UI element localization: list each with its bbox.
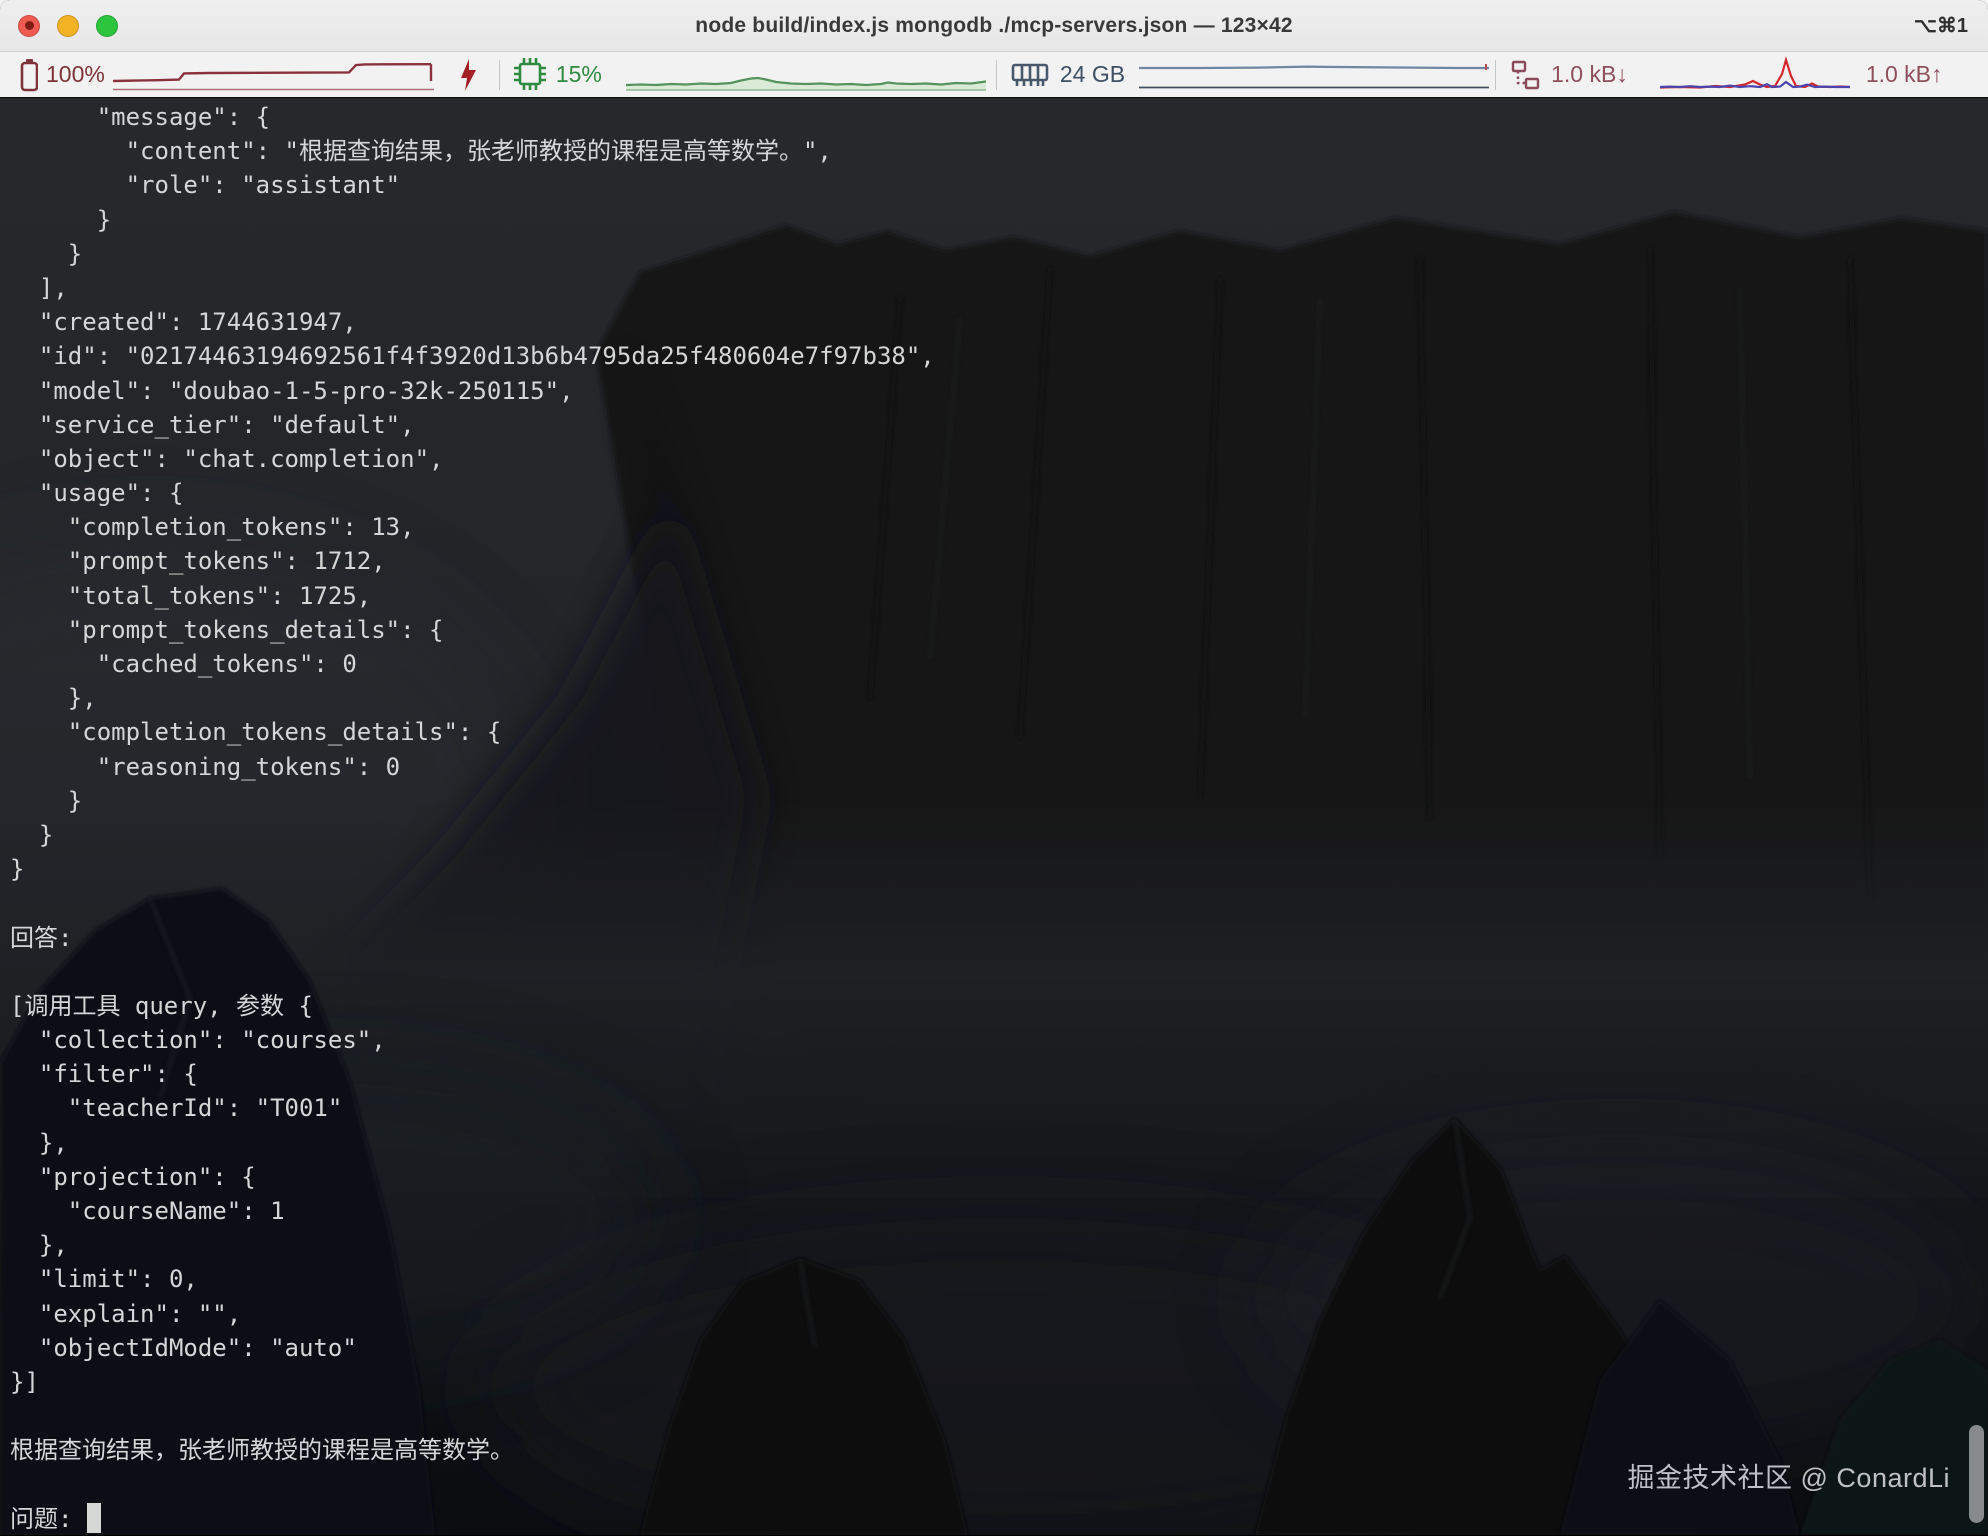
cpu-chip-icon[interactable] — [512, 55, 548, 95]
memory-pressure-graph[interactable] — [1139, 56, 1489, 94]
battery-percent[interactable]: 100% — [46, 61, 105, 88]
terminal-line: "reasoning_tokens": 0 — [10, 750, 1988, 784]
zoom-button[interactable] — [96, 15, 118, 37]
cpu-usage-graph[interactable] — [626, 56, 986, 94]
terminal-content-area[interactable]: "message": { "content": "根据查询结果，张老师教授的课程… — [0, 98, 1988, 1535]
terminal-line — [10, 955, 1988, 989]
terminal-line — [10, 1399, 1988, 1433]
battery-history-graph[interactable] — [113, 56, 448, 94]
terminal-line: "prompt_tokens": 1712, — [10, 544, 1988, 578]
terminal-line: "teacherId": "T001" — [10, 1091, 1988, 1125]
terminal-line: "explain": "", — [10, 1297, 1988, 1331]
terminal-line: } — [10, 203, 1988, 237]
terminal-line: "prompt_tokens_details": { — [10, 613, 1988, 647]
terminal-line: } — [10, 852, 1988, 886]
terminal-line: "message": { — [10, 100, 1988, 134]
terminal-line: "completion_tokens": 13, — [10, 510, 1988, 544]
watermark-text: 掘金技术社区 @ ConardLi — [1628, 1456, 1950, 1495]
minimize-button[interactable] — [57, 15, 79, 37]
terminal-line: } — [10, 237, 1988, 271]
terminal-line: "role": "assistant" — [10, 168, 1988, 202]
network-icon[interactable] — [1508, 55, 1542, 95]
terminal-line: "projection": { — [10, 1160, 1988, 1194]
network-traffic-graph[interactable] — [1660, 56, 1850, 94]
terminal-line: "cached_tokens": 0 — [10, 647, 1988, 681]
terminal-line: }, — [10, 681, 1988, 715]
terminal-output: "message": { "content": "根据查询结果，张老师教授的课程… — [0, 98, 1988, 1535]
network-upload-rate[interactable]: 1.0 kB↑ — [1866, 61, 1943, 88]
terminal-line: [调用工具 query, 参数 { — [10, 989, 1988, 1023]
terminal-line: "courseName": 1 — [10, 1194, 1988, 1228]
terminal-line: "total_tokens": 1725, — [10, 579, 1988, 613]
window-titlebar[interactable]: node build/index.js mongodb ./mcp-server… — [0, 0, 1988, 52]
terminal-line: ], — [10, 271, 1988, 305]
terminal-line: }, — [10, 1228, 1988, 1262]
scrollbar-thumb[interactable] — [1969, 1425, 1984, 1523]
cpu-percent[interactable]: 15% — [556, 61, 602, 88]
terminal-line: 问题: — [10, 1502, 1988, 1536]
memory-used[interactable]: 24 GB — [1060, 61, 1125, 88]
terminal-line: "completion_tokens_details": { — [10, 715, 1988, 749]
terminal-line: }, — [10, 1126, 1988, 1160]
terminal-line: "filter": { — [10, 1057, 1988, 1091]
memory-ram-icon[interactable] — [1009, 55, 1051, 95]
statusbar-divider — [1495, 60, 1496, 90]
terminal-line: "model": "doubao-1-5-pro-32k-250115", — [10, 374, 1988, 408]
terminal-line: "usage": { — [10, 476, 1988, 510]
terminal-line: "service_tier": "default", — [10, 408, 1988, 442]
terminal-line — [10, 886, 1988, 920]
charging-bolt-icon — [457, 55, 479, 95]
terminal-line: "object": "chat.completion", — [10, 442, 1988, 476]
window-title: node build/index.js mongodb ./mcp-server… — [0, 14, 1988, 38]
terminal-line: "collection": "courses", — [10, 1023, 1988, 1057]
window-shortcut-badge: ⌥⌘1 — [1914, 13, 1968, 38]
network-download-rate[interactable]: 1.0 kB↓ — [1551, 61, 1628, 88]
terminal-line: 回答: — [10, 921, 1988, 955]
terminal-cursor — [87, 1503, 102, 1533]
terminal-line: "limit": 0, — [10, 1262, 1988, 1296]
battery-icon[interactable] — [14, 55, 38, 95]
terminal-line: "id": "02174463194692561f4f3920d13b6b479… — [10, 339, 1988, 373]
system-stats-bar: 100% 15% — [0, 52, 1988, 98]
terminal-line: } — [10, 784, 1988, 818]
traffic-lights — [0, 15, 118, 37]
statusbar-divider — [996, 60, 997, 90]
terminal-line: "objectIdMode": "auto" — [10, 1331, 1988, 1365]
unsaved-dot-icon — [25, 21, 34, 30]
statusbar-divider — [499, 60, 500, 90]
terminal-line: "created": 1744631947, — [10, 305, 1988, 339]
terminal-line: } — [10, 818, 1988, 852]
terminal-window: node build/index.js mongodb ./mcp-server… — [0, 0, 1988, 1536]
close-button[interactable] — [18, 15, 40, 37]
terminal-line: }] — [10, 1365, 1988, 1399]
terminal-line: "content": "根据查询结果，张老师教授的课程是高等数学。", — [10, 134, 1988, 168]
